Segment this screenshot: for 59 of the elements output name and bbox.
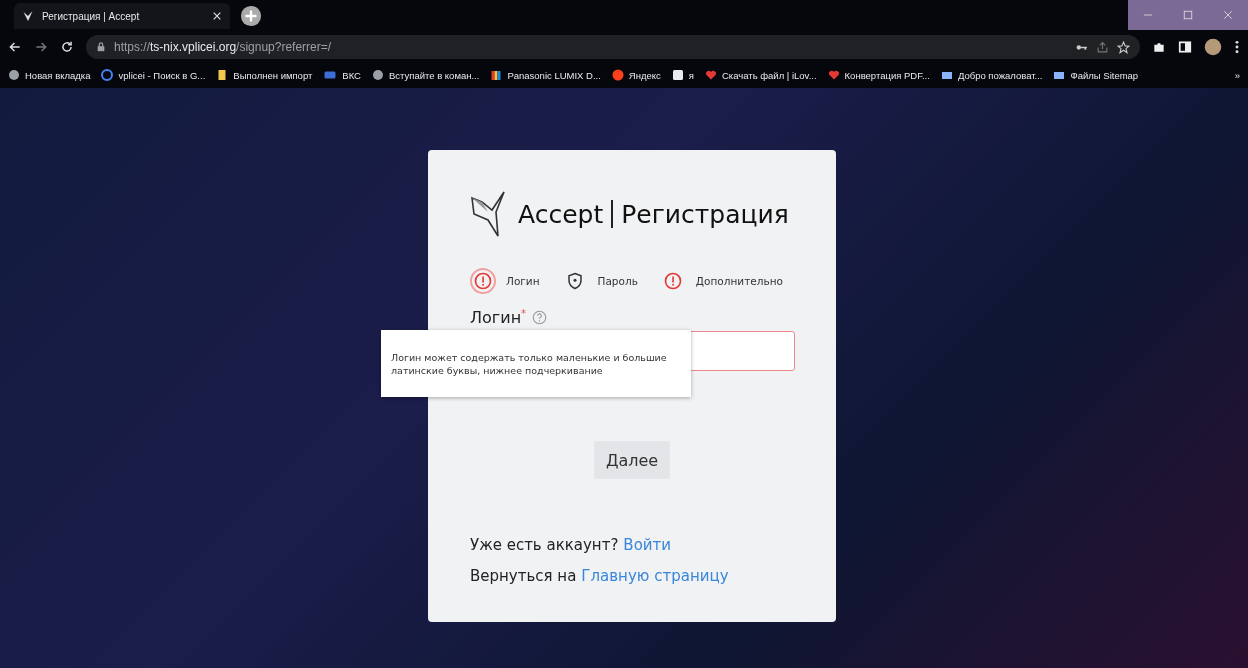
bookmark[interactable]: Выполнен импорт <box>216 69 313 81</box>
maximize-icon <box>1183 10 1193 20</box>
more-bookmarks[interactable]: » <box>1234 69 1240 81</box>
url-text: https://ts-nix.vplicei.org/signup?referrer=/ <box>114 40 333 54</box>
globe-icon <box>371 69 384 81</box>
bookmark[interactable]: Добро пожаловат... <box>940 69 1043 81</box>
field-label: Логин$^{*}$ <box>470 308 527 328</box>
bookmark[interactable]: я <box>671 69 694 81</box>
step-tab[interactable]: Дополнительно <box>659 268 783 294</box>
bookmark[interactable]: ВКС <box>323 69 361 81</box>
bookmark[interactable]: vplicei - Поиск в G... <box>101 69 206 81</box>
avatar-icon <box>1204 38 1222 56</box>
puzzle-icon <box>1152 40 1166 54</box>
tab-title: Регистрация | Accept <box>42 10 141 22</box>
alert-icon <box>474 272 492 290</box>
star-icon <box>1117 40 1130 54</box>
bookmark[interactable]: Скачать файл | iLov... <box>704 69 817 81</box>
back-arrow-icon <box>8 40 22 54</box>
side-panel-icon <box>1178 40 1192 54</box>
next-button[interactable]: Далее <box>594 441 670 480</box>
brand-name: Accept <box>518 199 604 229</box>
site-icon <box>940 69 953 81</box>
alert-icon <box>663 272 682 290</box>
google-icon <box>101 69 114 81</box>
new-tab-icon <box>240 5 262 27</box>
close-icon <box>1223 10 1233 20</box>
folder-icon <box>216 69 229 81</box>
bookmark[interactable]: Яндекс <box>611 69 661 81</box>
step-tab[interactable]: Логин <box>470 268 540 294</box>
bars-icon <box>490 69 503 81</box>
tooltip-text: Логин может содержать только маленькие и большие латинские буквы, нижнее подчеркивание <box>391 352 668 378</box>
bookmark[interactable]: Конвертация PDF... <box>827 69 930 81</box>
help-icon <box>532 310 548 326</box>
heart-icon <box>704 69 717 81</box>
bookmark[interactable]: Файлы Sitemap <box>1053 69 1139 81</box>
share-icon <box>1096 40 1109 54</box>
address-bar[interactable]: https://ts-nix.vplicei.org/signup?referrer=/ <box>86 35 1140 59</box>
blank-page-icon <box>671 69 684 81</box>
yandex-icon <box>611 69 624 81</box>
origami-bird-logo <box>470 190 506 238</box>
more-icon <box>1234 40 1240 54</box>
footer-text: Вернуться на <box>470 567 577 586</box>
page-title: Регистрация <box>621 199 789 229</box>
close-icon <box>212 11 222 21</box>
reload-icon <box>60 40 74 54</box>
site-icon <box>1053 69 1066 81</box>
lock-icon <box>96 42 106 52</box>
step-tab[interactable]: Пароль <box>561 268 638 294</box>
shield-icon <box>565 272 584 290</box>
tile-icon <box>323 69 338 81</box>
heart-icon <box>827 69 840 81</box>
footer-text: Уже есть аккаунт? <box>470 536 619 555</box>
bird-logo-icon <box>22 10 34 22</box>
bookmark[interactable]: Panasonic LUMIX D... <box>490 69 601 81</box>
bookmark[interactable]: Новая вкладка <box>8 69 91 81</box>
globe-icon <box>8 69 20 81</box>
forward-arrow-icon <box>34 40 48 54</box>
bookmark[interactable]: Вступайте в коман... <box>371 69 480 81</box>
browser-tab[interactable]: Регистрация | Accept <box>14 3 230 29</box>
